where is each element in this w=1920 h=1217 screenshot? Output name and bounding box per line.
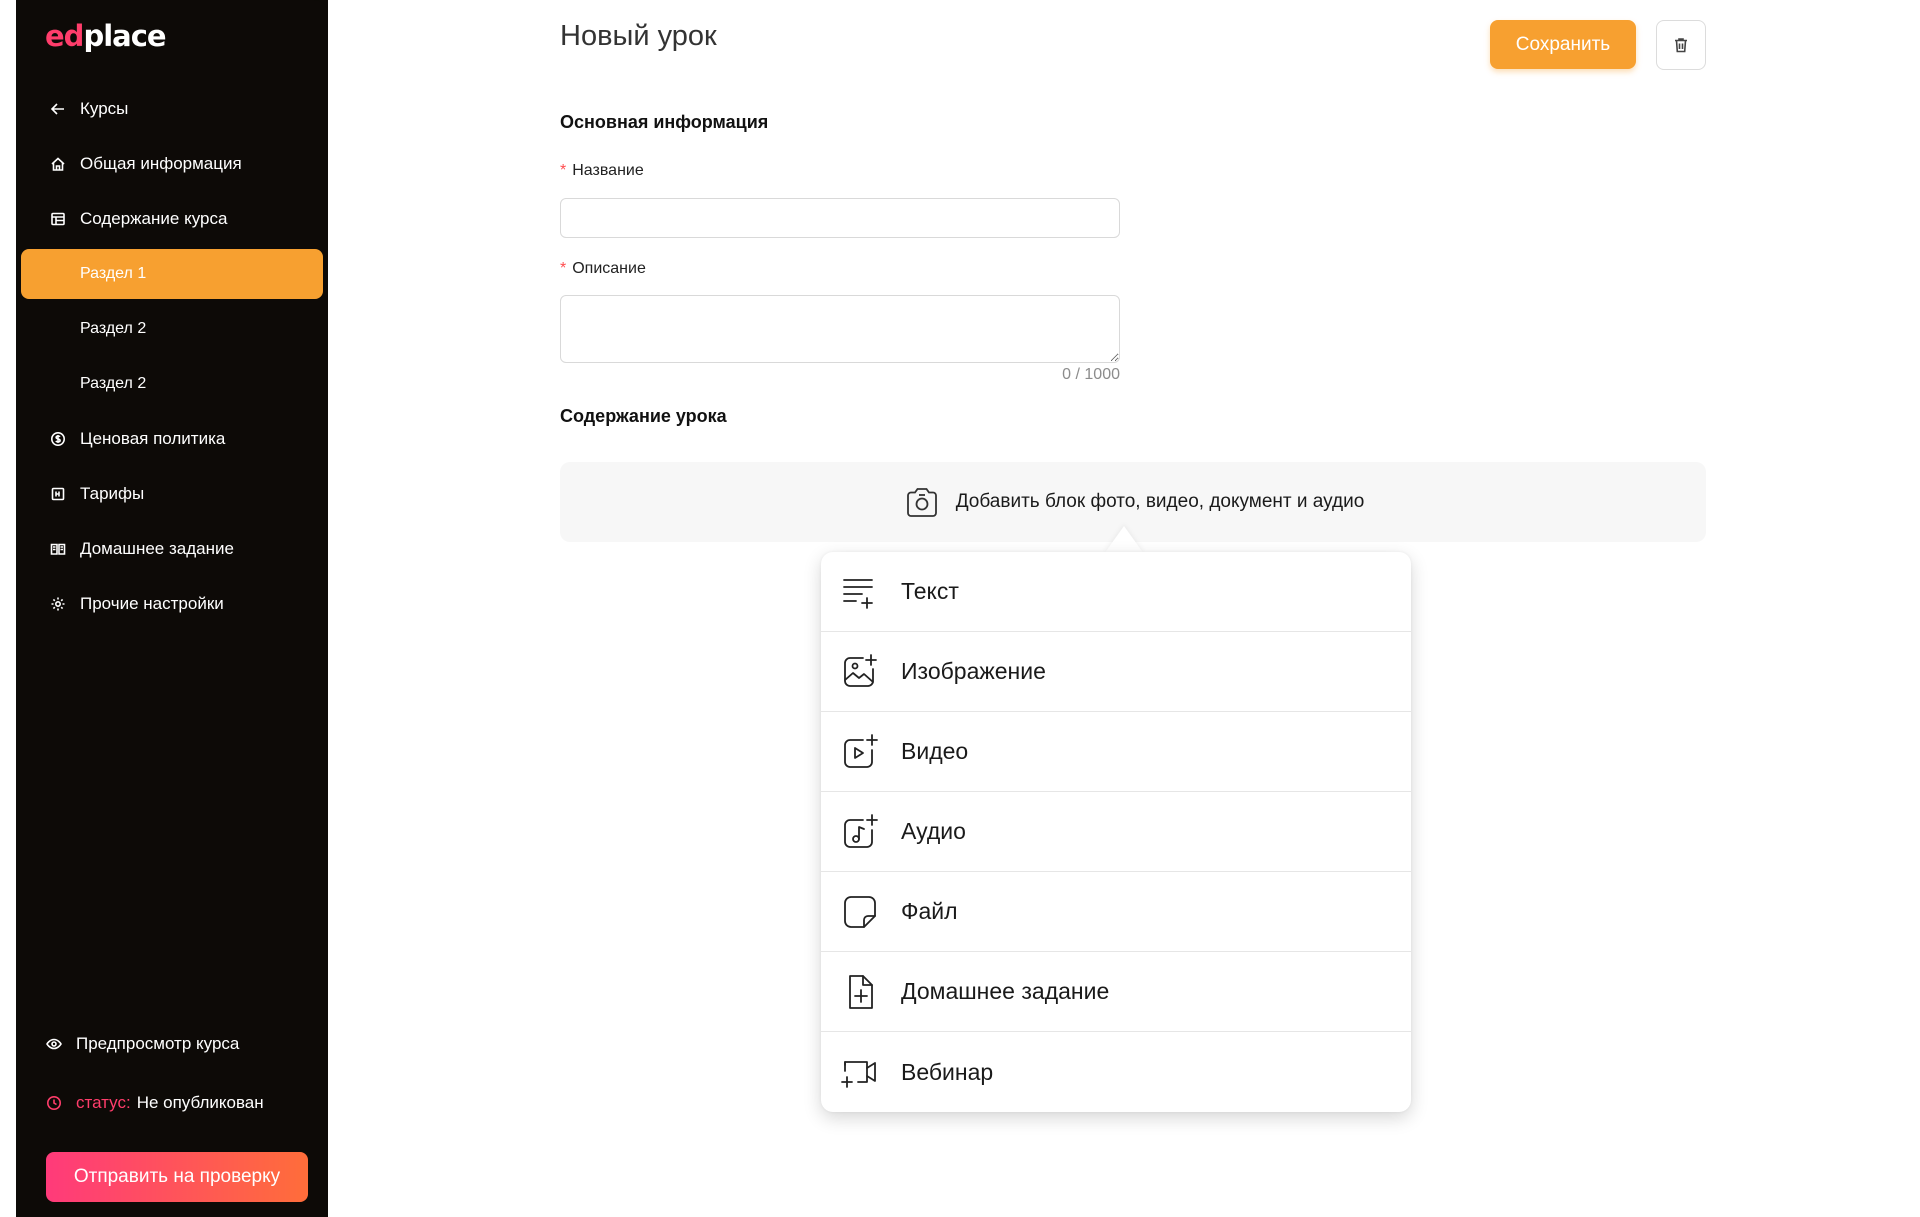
sidebar-item-label: Курсы: [80, 99, 129, 118]
sidebar-item-course-content[interactable]: Содержание курса: [16, 194, 328, 244]
submit-for-review-button[interactable]: Отправить на проверку: [46, 1152, 308, 1202]
sidebar-item-label: Домашнее задание: [80, 539, 234, 558]
menu-item-webinar[interactable]: Вебинар: [821, 1032, 1411, 1112]
menu-item-homework[interactable]: Домашнее задание: [821, 952, 1411, 1032]
sidebar-item-label: Содержание курса: [80, 209, 228, 228]
dropdown-pointer: [1104, 526, 1144, 554]
menu-item-label: Изображение: [901, 658, 1046, 684]
logo-ed-text: ed: [45, 19, 84, 53]
sidebar-section-3[interactable]: Раздел 2: [21, 359, 323, 409]
page-title: Новый урок: [560, 20, 717, 52]
image-add-icon: [841, 653, 879, 691]
save-button[interactable]: Сохранить: [1490, 20, 1636, 69]
edplace-logo[interactable]: ed place: [45, 16, 167, 56]
sidebar-item-courses[interactable]: Курсы: [16, 84, 328, 134]
video-add-icon: [841, 733, 879, 771]
layout-icon: [50, 211, 66, 227]
section-label: Раздел 1: [80, 265, 147, 282]
sidebar-item-label: Ценовая политика: [80, 429, 226, 448]
status-value: Не опубликован: [136, 1093, 264, 1112]
menu-item-label: Домашнее задание: [901, 978, 1110, 1004]
menu-item-label: Видео: [901, 738, 969, 764]
table-icon: [50, 486, 66, 502]
document-add-icon: [841, 973, 879, 1011]
menu-item-image[interactable]: Изображение: [821, 632, 1411, 712]
char-counter: 0 / 1000: [1062, 366, 1120, 383]
eye-icon: [46, 1036, 62, 1052]
description-label: * Описание: [560, 260, 646, 278]
dollar-icon: [50, 431, 66, 447]
publish-status: статус: Не опубликован: [16, 1083, 328, 1123]
file-icon: [841, 893, 879, 931]
description-label-text: Описание: [572, 260, 646, 277]
webinar-icon: [841, 1053, 879, 1091]
arrow-left-icon: [50, 101, 66, 117]
name-input[interactable]: [560, 198, 1120, 238]
logo-place-text: place: [83, 19, 166, 53]
section-label: Раздел 2: [80, 375, 147, 392]
preview-course-link[interactable]: Предпросмотр курса: [16, 1024, 328, 1064]
add-block-label: Добавить блок фото, видео, документ и ау…: [955, 491, 1365, 512]
required-mark: *: [560, 260, 567, 277]
text-add-icon: [841, 573, 879, 611]
sidebar-section-2[interactable]: Раздел 2: [21, 304, 323, 354]
delete-button[interactable]: [1656, 20, 1706, 70]
sidebar-section-1[interactable]: Раздел 1: [21, 249, 323, 299]
block-type-menu: Текст Изображение Видео Аудио Файл Домаш…: [821, 552, 1411, 1112]
sidebar-item-other-settings[interactable]: Прочие настройки: [16, 579, 328, 629]
home-icon: [50, 156, 66, 172]
preview-label: Предпросмотр курса: [76, 1034, 240, 1053]
trash-icon: [1672, 36, 1690, 54]
menu-item-label: Текст: [901, 578, 959, 604]
menu-item-file[interactable]: Файл: [821, 872, 1411, 952]
sidebar-item-tariffs[interactable]: Тарифы: [16, 469, 328, 519]
menu-item-label: Вебинар: [901, 1058, 994, 1085]
menu-item-label: Аудио: [901, 818, 966, 844]
sidebar-item-general-info[interactable]: Общая информация: [16, 139, 328, 189]
sidebar-item-label: Общая информация: [80, 154, 242, 173]
sidebar-item-label: Прочие настройки: [80, 594, 224, 613]
gear-icon: [50, 596, 66, 612]
book-icon: [50, 541, 66, 557]
sidebar-item-label: Тарифы: [80, 484, 145, 503]
sidebar: ed place Курсы Общая информация Содержани…: [16, 0, 328, 1217]
sidebar-item-pricing[interactable]: Ценовая политика: [16, 414, 328, 464]
lesson-content-heading: Содержание урока: [560, 406, 727, 426]
menu-item-text[interactable]: Текст: [821, 552, 1411, 632]
menu-item-audio[interactable]: Аудио: [821, 792, 1411, 872]
menu-item-label: Файл: [901, 898, 958, 924]
menu-item-video[interactable]: Видео: [821, 712, 1411, 792]
name-label-text: Название: [572, 162, 644, 179]
name-label: * Название: [560, 162, 644, 180]
camera-icon: [902, 482, 942, 522]
basic-info-heading: Основная информация: [560, 112, 769, 132]
audio-add-icon: [841, 813, 879, 851]
description-textarea[interactable]: [560, 295, 1120, 363]
section-label: Раздел 2: [80, 320, 147, 337]
required-mark: *: [560, 162, 567, 179]
clock-icon: [46, 1095, 62, 1111]
sidebar-item-homework[interactable]: Домашнее задание: [16, 524, 328, 574]
status-prefix: статус:: [76, 1093, 131, 1112]
